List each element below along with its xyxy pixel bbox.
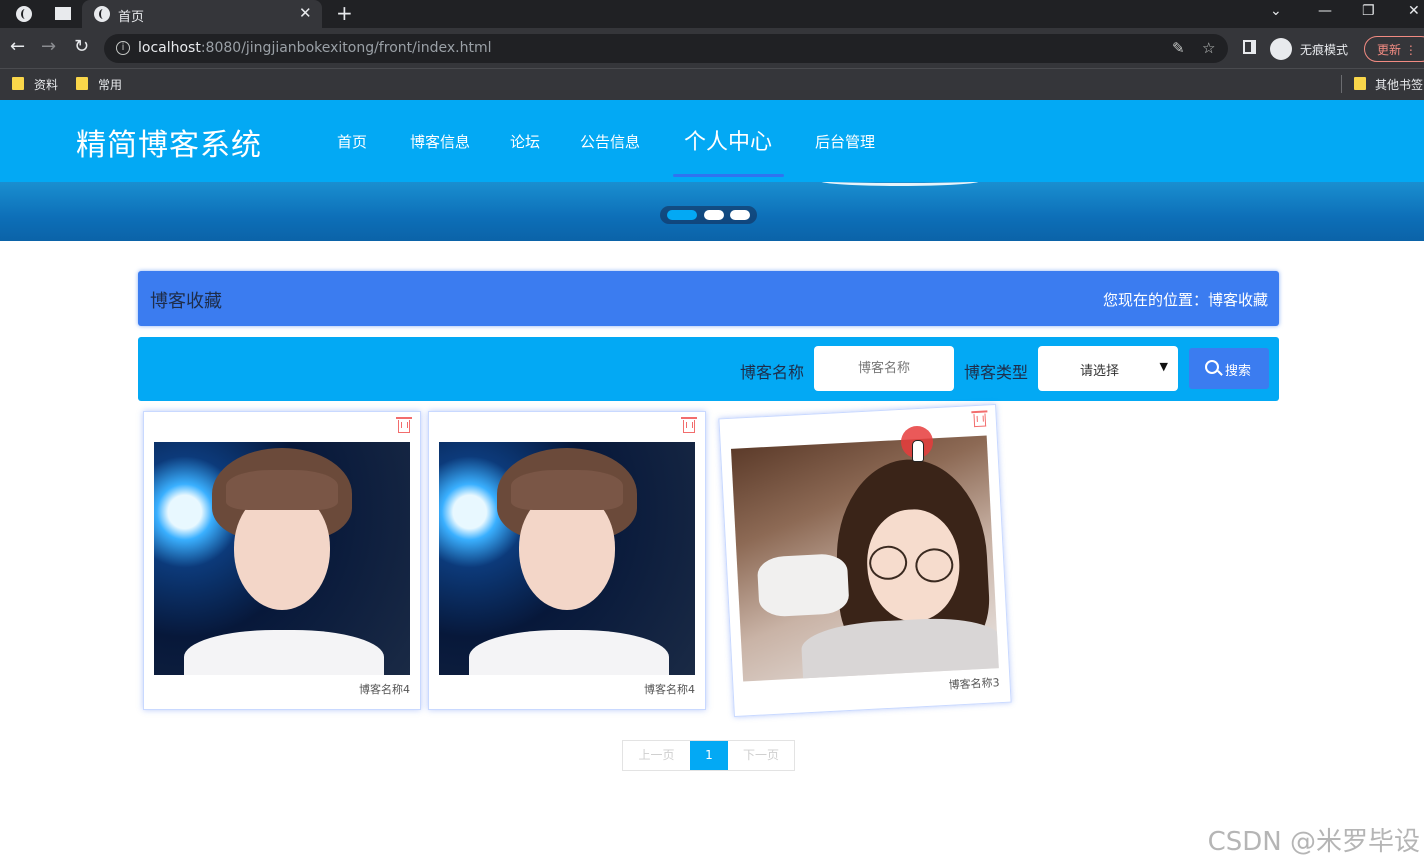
blog-name-label: 博客名称 [740,363,805,382]
blog-type-label: 博客类型 [964,363,1029,382]
back-icon[interactable]: ← [10,36,25,57]
nav-admin[interactable]: 后台管理 [815,131,875,152]
nav-announcements[interactable]: 公告信息 [580,131,640,152]
banner-carousel [0,182,1424,241]
search-button-label: 搜索 [1225,364,1252,379]
pointer-hand-icon [912,440,924,462]
other-bookmarks[interactable]: 其他书签 [1375,76,1423,93]
bookmark-star-icon[interactable]: ☆ [1202,39,1215,57]
browser-menu-icon[interactable] [16,6,32,22]
tab-close-icon[interactable]: ✕ [299,4,312,22]
browser-toolbar: ← → ↻ i localhost:8080/jingjianbokexiton… [0,28,1424,68]
bookmark-separator [1341,75,1342,93]
bookmark-item-changyong[interactable]: 常用 [98,76,122,93]
folder-icon [76,77,88,90]
card-blog-name: 博客名称4 [644,683,695,696]
page-title-bar: 博客收藏 您现在的位置：博客收藏 [138,271,1279,326]
incognito-label: 无痕模式 [1300,43,1349,57]
translate-icon[interactable]: ✎ [1172,39,1185,57]
nav-blog-info[interactable]: 博客信息 [410,131,470,152]
carousel-dot-3[interactable] [730,210,750,220]
nav-active-indicator [673,174,784,177]
delete-icon[interactable] [973,413,987,428]
search-icon [1205,360,1219,374]
update-button[interactable]: 更新 ⋮ [1364,36,1424,62]
carousel-indicators [660,206,757,224]
favorite-card[interactable]: 博客名称4 [143,411,421,710]
forward-icon[interactable]: → [41,36,56,57]
nav-personal-center[interactable]: 个人中心 [684,124,772,156]
folder-icon [1354,77,1366,90]
pagination: 上一页 1 下一页 [622,740,795,771]
blog-type-selected: 请选择 [1080,364,1120,379]
blog-name-input[interactable] [814,346,954,391]
favorite-card[interactable]: 博客名称3 [718,403,1012,718]
tab-search-icon[interactable]: ⌄ [1270,3,1282,19]
browser-tab-bar: 首页 ✕ + ⌄ — ❐ ✕ [0,0,1424,28]
watermark: CSDN @米罗毕设 [1207,827,1420,857]
search-bar: 博客名称 博客类型 请选择 ▼ 搜索 [138,337,1279,401]
blog-type-select[interactable]: 请选择 ▼ [1038,346,1178,391]
tab-globe-icon [94,6,110,22]
tab-title: 首页 [118,10,145,25]
card-blog-name: 博客名称4 [359,683,410,696]
page-1-button[interactable]: 1 [690,741,728,770]
carousel-dot-1[interactable] [667,210,697,220]
card-blog-name: 博客名称3 [948,676,1000,692]
side-panel-icon[interactable] [1243,40,1256,54]
site-info-icon[interactable]: i [116,41,130,55]
favorite-card[interactable]: 博客名称4 [428,411,706,710]
blog-cover-image[interactable] [730,435,999,682]
bookmark-item-ziliao[interactable]: 资料 [34,76,58,93]
chevron-down-icon: ▼ [1159,360,1168,373]
banner-decoration [820,182,980,186]
next-page-button[interactable]: 下一页 [728,741,794,770]
delete-icon[interactable] [396,417,412,433]
window-close-icon[interactable]: ✕ [1408,3,1420,19]
address-bar[interactable]: i localhost:8080/jingjianbokexitong/fron… [104,34,1228,63]
breadcrumb: 您现在的位置：博客收藏 [1102,291,1268,309]
nav-home[interactable]: 首页 [337,131,367,152]
folder-icon [12,77,24,90]
new-tab-icon[interactable]: + [336,1,353,25]
tab-group-icon[interactable] [55,7,71,20]
restore-icon[interactable]: ❐ [1362,3,1375,19]
page-title: 博客收藏 [150,291,222,312]
delete-icon[interactable] [681,417,697,433]
search-button[interactable]: 搜索 [1189,348,1269,389]
reload-icon[interactable]: ↻ [74,36,89,57]
bookmarks-bar: 资料 常用 其他书签 [0,68,1424,100]
minimize-icon[interactable]: — [1318,3,1332,19]
blog-cover-image[interactable] [154,442,410,675]
site-header: 精简博客系统 首页 博客信息 论坛 公告信息 个人中心 后台管理 [0,100,1424,182]
incognito-icon[interactable] [1270,38,1292,60]
prev-page-button[interactable]: 上一页 [623,741,690,770]
nav-forum[interactable]: 论坛 [510,131,540,152]
blog-cover-image[interactable] [439,442,695,675]
site-logo[interactable]: 精简博客系统 [76,120,262,164]
carousel-dot-2[interactable] [704,210,724,220]
url-text[interactable]: localhost:8080/jingjianbokexitong/front/… [138,40,491,56]
